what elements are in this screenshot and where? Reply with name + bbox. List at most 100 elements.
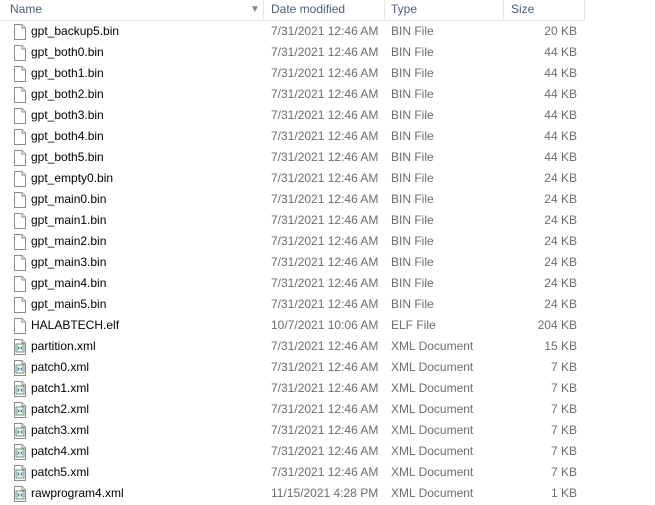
column-header-size-label: Size — [511, 2, 535, 16]
file-row[interactable]: rawprogram4.xml 11/15/2021 4:28 PM XML D… — [0, 483, 585, 504]
file-size: 44 KB — [544, 87, 577, 101]
file-row[interactable]: patch0.xml 7/31/2021 12:46 AM XML Docume… — [0, 357, 585, 378]
xml-document-icon — [13, 486, 27, 502]
xml-document-icon — [13, 444, 27, 460]
file-row[interactable]: patch5.xml 7/31/2021 12:46 AM XML Docume… — [0, 462, 585, 483]
file-row[interactable]: partition.xml 7/31/2021 12:46 AM XML Doc… — [0, 336, 585, 357]
file-size: 7 KB — [550, 360, 577, 374]
file-size: 24 KB — [544, 213, 577, 227]
file-name: gpt_both2.bin — [31, 87, 104, 101]
file-type: BIN File — [391, 150, 434, 164]
file-row[interactable]: gpt_main1.bin 7/31/2021 12:46 AM BIN Fil… — [0, 210, 585, 231]
blank-file-icon — [13, 66, 27, 82]
column-divider[interactable] — [584, 0, 585, 20]
file-date-modified: 7/31/2021 12:46 AM — [271, 423, 379, 437]
file-row[interactable]: patch2.xml 7/31/2021 12:46 AM XML Docume… — [0, 399, 585, 420]
file-size: 7 KB — [550, 402, 577, 416]
column-header-bar: Name ▼ Date modified Type Size — [0, 0, 585, 21]
column-divider[interactable] — [263, 0, 264, 20]
column-header-date-modified[interactable]: Date modified — [271, 0, 383, 20]
blank-file-icon — [13, 318, 27, 334]
file-type: BIN File — [391, 24, 434, 38]
file-row[interactable]: gpt_both3.bin 7/31/2021 12:46 AM BIN Fil… — [0, 105, 585, 126]
file-size: 44 KB — [544, 150, 577, 164]
file-row[interactable]: gpt_main0.bin 7/31/2021 12:46 AM BIN Fil… — [0, 189, 585, 210]
column-header-size[interactable]: Size — [511, 0, 583, 20]
file-row[interactable]: gpt_both2.bin 7/31/2021 12:46 AM BIN Fil… — [0, 84, 585, 105]
file-type: BIN File — [391, 129, 434, 143]
blank-file-icon — [13, 108, 27, 124]
blank-file-icon — [13, 234, 27, 250]
file-date-modified: 7/31/2021 12:46 AM — [271, 360, 379, 374]
file-row[interactable]: patch4.xml 7/31/2021 12:46 AM XML Docume… — [0, 441, 585, 462]
file-date-modified: 7/31/2021 12:46 AM — [271, 255, 379, 269]
column-header-name[interactable]: Name — [0, 0, 265, 20]
column-header-type-label: Type — [391, 2, 418, 16]
file-date-modified: 7/31/2021 12:46 AM — [271, 129, 379, 143]
file-name: gpt_main0.bin — [31, 192, 107, 206]
file-type: XML Document — [391, 360, 474, 374]
file-size: 24 KB — [544, 276, 577, 290]
file-row[interactable]: HALABTECH.elf 10/7/2021 10:06 AM ELF Fil… — [0, 315, 585, 336]
file-date-modified: 7/31/2021 12:46 AM — [271, 87, 379, 101]
file-name: gpt_main3.bin — [31, 255, 107, 269]
file-row[interactable]: gpt_both0.bin 7/31/2021 12:46 AM BIN Fil… — [0, 42, 585, 63]
file-row[interactable]: gpt_main4.bin 7/31/2021 12:46 AM BIN Fil… — [0, 273, 585, 294]
file-date-modified: 7/31/2021 12:46 AM — [271, 108, 379, 122]
file-type: XML Document — [391, 381, 474, 395]
file-name: patch4.xml — [31, 444, 90, 458]
blank-file-icon — [13, 24, 27, 40]
blank-file-icon — [13, 45, 27, 61]
file-row[interactable]: gpt_empty0.bin 7/31/2021 12:46 AM BIN Fi… — [0, 168, 585, 189]
file-row[interactable]: patch1.xml 7/31/2021 12:46 AM XML Docume… — [0, 378, 585, 399]
file-row[interactable]: gpt_main2.bin 7/31/2021 12:46 AM BIN Fil… — [0, 231, 585, 252]
file-date-modified: 7/31/2021 12:46 AM — [271, 213, 379, 227]
file-name: partition.xml — [31, 339, 96, 353]
file-type: XML Document — [391, 465, 474, 479]
blank-file-icon — [13, 171, 27, 187]
file-type: BIN File — [391, 66, 434, 80]
column-header-name-label: Name — [10, 2, 43, 16]
file-size: 24 KB — [544, 255, 577, 269]
file-row[interactable]: gpt_main3.bin 7/31/2021 12:46 AM BIN Fil… — [0, 252, 585, 273]
column-divider[interactable] — [384, 0, 385, 20]
file-date-modified: 7/31/2021 12:46 AM — [271, 465, 379, 479]
file-date-modified: 10/7/2021 10:06 AM — [271, 318, 379, 332]
xml-document-icon — [13, 360, 27, 376]
file-type: ELF File — [391, 318, 436, 332]
file-name: patch3.xml — [31, 423, 90, 437]
file-row[interactable]: gpt_main5.bin 7/31/2021 12:46 AM BIN Fil… — [0, 294, 585, 315]
file-name: gpt_both4.bin — [31, 129, 104, 143]
file-size: 44 KB — [544, 108, 577, 122]
file-type: BIN File — [391, 213, 434, 227]
file-name: gpt_both3.bin — [31, 108, 104, 122]
file-size: 20 KB — [544, 24, 577, 38]
file-row[interactable]: gpt_both4.bin 7/31/2021 12:46 AM BIN Fil… — [0, 126, 585, 147]
file-date-modified: 7/31/2021 12:46 AM — [271, 276, 379, 290]
xml-document-icon — [13, 423, 27, 439]
file-type: BIN File — [391, 297, 434, 311]
xml-document-icon — [13, 465, 27, 481]
file-row[interactable]: gpt_both5.bin 7/31/2021 12:46 AM BIN Fil… — [0, 147, 585, 168]
file-date-modified: 7/31/2021 12:46 AM — [271, 192, 379, 206]
file-row[interactable]: gpt_backup5.bin 7/31/2021 12:46 AM BIN F… — [0, 21, 585, 42]
file-size: 7 KB — [550, 465, 577, 479]
file-date-modified: 7/31/2021 12:46 AM — [271, 66, 379, 80]
file-date-modified: 7/31/2021 12:46 AM — [271, 444, 379, 458]
file-size: 24 KB — [544, 234, 577, 248]
file-row[interactable]: patch3.xml 7/31/2021 12:46 AM XML Docume… — [0, 420, 585, 441]
file-type: BIN File — [391, 108, 434, 122]
column-divider[interactable] — [503, 0, 504, 20]
file-size: 24 KB — [544, 171, 577, 185]
file-type: BIN File — [391, 234, 434, 248]
file-type: BIN File — [391, 192, 434, 206]
blank-file-icon — [13, 297, 27, 313]
file-name: patch0.xml — [31, 360, 90, 374]
file-name: patch1.xml — [31, 381, 90, 395]
file-type: XML Document — [391, 486, 474, 500]
blank-file-icon — [13, 192, 27, 208]
file-row[interactable]: gpt_both1.bin 7/31/2021 12:46 AM BIN Fil… — [0, 63, 585, 84]
blank-file-icon — [13, 255, 27, 271]
xml-document-icon — [13, 381, 27, 397]
column-header-type[interactable]: Type — [391, 0, 503, 20]
